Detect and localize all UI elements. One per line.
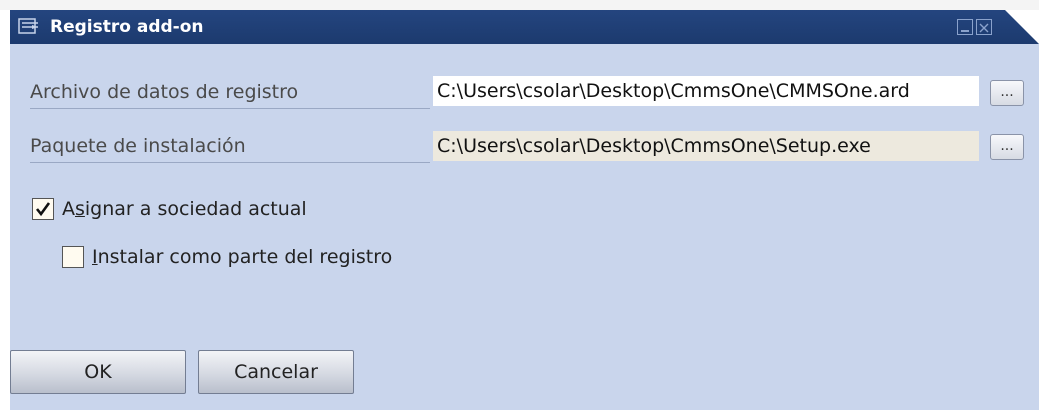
assign-company-label-pre: A: [62, 198, 75, 220]
form-icon: [18, 18, 38, 34]
minimize-icon[interactable]: [957, 19, 973, 35]
close-icon[interactable]: [976, 19, 992, 35]
install-as-part-label-post: nstalar como parte del registro: [97, 246, 393, 268]
cancel-button[interactable]: Cancelar: [198, 350, 354, 394]
title-bar[interactable]: Registro add-on: [10, 10, 1039, 44]
assign-company-checkbox[interactable]: [32, 198, 54, 220]
browse-installation-package-button[interactable]: ...: [990, 134, 1024, 160]
label-underline: [30, 108, 430, 109]
installation-package-label: Paquete de instalación: [30, 135, 246, 157]
titlebar-corner-cut: [1005, 10, 1039, 44]
browse-registration-file-button[interactable]: ...: [990, 80, 1024, 106]
background-window-strip: [0, 0, 1039, 10]
registration-file-field[interactable]: C:\Users\csolar\Desktop\CmmsOne\CMMSOne.…: [433, 76, 979, 106]
checkmark-icon: [35, 202, 51, 217]
assign-company-label-post: ignar a sociedad actual: [84, 198, 307, 220]
installation-package-field[interactable]: C:\Users\csolar\Desktop\CmmsOne\Setup.ex…: [433, 131, 979, 161]
install-as-part-label[interactable]: Instalar como parte del registro: [92, 245, 392, 269]
registration-file-label: Archivo de datos de registro: [30, 81, 299, 103]
registro-addon-dialog: Registro add-on Archivo de datos de regi…: [10, 10, 1039, 410]
install-as-part-checkbox[interactable]: [62, 246, 84, 268]
ok-button[interactable]: OK: [10, 350, 186, 394]
window-title: Registro add-on: [50, 17, 204, 37]
label-underline: [30, 162, 430, 163]
assign-company-label[interactable]: Asignar a sociedad actual: [62, 197, 307, 221]
assign-company-mnemonic: s: [75, 198, 85, 220]
